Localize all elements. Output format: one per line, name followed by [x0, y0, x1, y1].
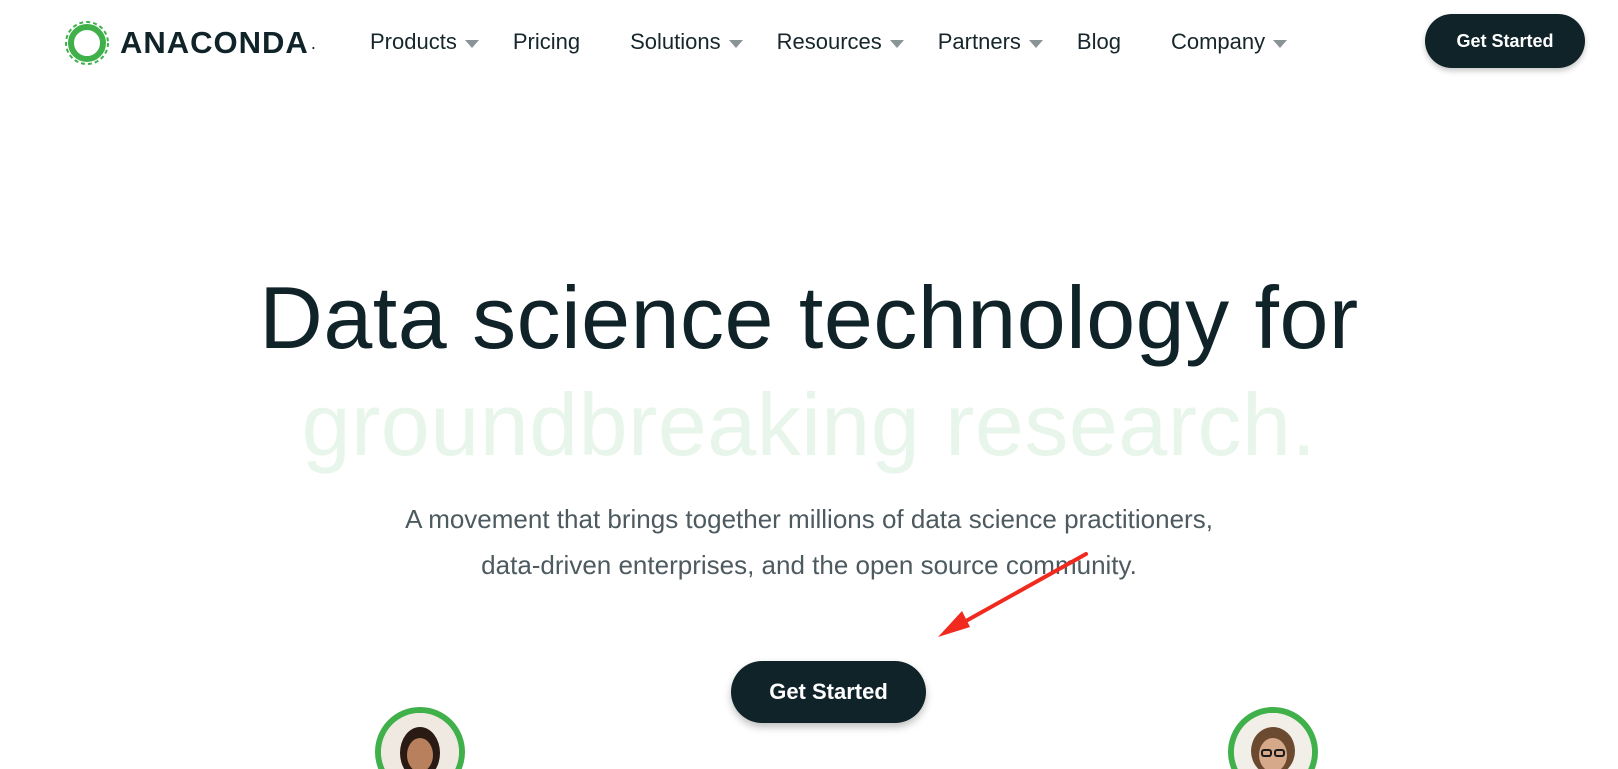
nav-item-partners[interactable]: Partners [938, 29, 1043, 55]
caret-down-icon [728, 40, 743, 48]
nav-item-resources[interactable]: Resources [777, 29, 904, 55]
hero-subtitle: A movement that brings together millions… [0, 496, 1618, 588]
person-avatar-icon [1234, 713, 1312, 769]
nav-item-solutions[interactable]: Solutions [630, 29, 743, 55]
caret-down-icon [464, 40, 479, 48]
anaconda-logo[interactable]: ANACONDA . [64, 20, 316, 66]
header-get-started-button[interactable]: Get Started [1425, 14, 1585, 68]
caret-down-icon [1028, 40, 1043, 48]
caret-down-icon [1273, 40, 1288, 48]
landing-page: ANACONDA . Products Pricing Solutions Re… [0, 0, 1618, 769]
nav-item-label: Pricing [512, 29, 581, 54]
nav-item-label: Blog [1076, 29, 1121, 54]
nav-item-label: Solutions [630, 29, 721, 54]
anaconda-ring-icon [65, 21, 109, 65]
nav-item-pricing[interactable]: Pricing [513, 29, 580, 55]
nav-item-blog[interactable]: Blog [1077, 29, 1121, 55]
caret-down-icon [889, 40, 904, 48]
nav-item-label: Products [370, 29, 457, 54]
person-avatar-icon [381, 713, 459, 769]
nav-item-label: Company [1170, 29, 1266, 54]
nav-item-label: Partners [937, 29, 1021, 54]
hero-get-started-button[interactable]: Get Started [731, 661, 926, 723]
main-nav: Products Pricing Solutions Resources Par… [370, 24, 1288, 60]
avatar [1228, 707, 1318, 769]
nav-item-products[interactable]: Products [370, 29, 479, 55]
hero-subtitle-line-1: A movement that brings together millions… [405, 504, 1213, 534]
nav-item-company[interactable]: Company [1170, 29, 1288, 55]
avatar [375, 707, 465, 769]
nav-item-label: Resources [776, 29, 882, 54]
hero-headline-line-2: groundbreaking research. [301, 375, 1317, 474]
logo-suffix: . [310, 32, 316, 53]
hero-headline-line-1: Data science technology for [259, 268, 1359, 367]
hero-subtitle-line-2: data-driven enterprises, and the open so… [481, 550, 1137, 580]
logo-wordmark: ANACONDA [120, 25, 309, 60]
